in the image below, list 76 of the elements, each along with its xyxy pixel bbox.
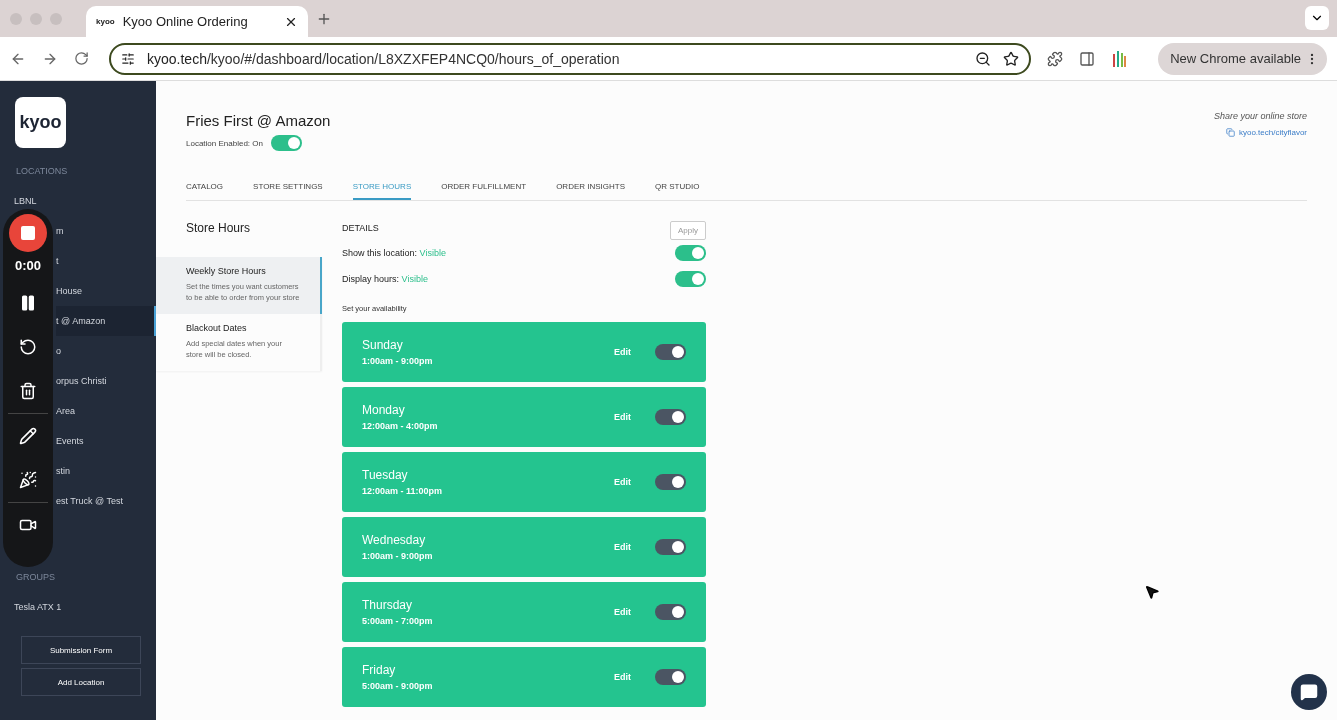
- update-chrome-button[interactable]: New Chrome available: [1158, 42, 1327, 75]
- share-label: Share your online store: [1213, 111, 1307, 121]
- menu-item-title: Weekly Store Hours: [186, 266, 267, 276]
- location-item[interactable]: Events: [56, 426, 156, 456]
- location-item[interactable]: Area: [56, 396, 156, 426]
- bookmark-star-icon[interactable]: [1003, 50, 1019, 67]
- stop-record-button[interactable]: [9, 214, 47, 252]
- menu-item-title: Blackout Dates: [186, 322, 248, 333]
- visibility-toggle[interactable]: [675, 271, 706, 287]
- browser-tab[interactable]: kyoo Kyoo Online Ordering: [86, 6, 308, 37]
- sidebar-button[interactable]: Add Location: [21, 668, 141, 696]
- location-item[interactable]: t: [56, 246, 156, 276]
- day-name: Tuesday: [362, 468, 409, 482]
- address-bar[interactable]: kyoo.tech/kyoo/#/dashboard/location/L8XZXFEP4NCQ0/hours_of_operation: [109, 42, 1031, 75]
- location-item[interactable]: m: [56, 216, 156, 246]
- section-heading: GROUPS: [15, 572, 56, 582]
- restart-icon[interactable]: [19, 338, 37, 356]
- location-item[interactable]: LBNL: [0, 186, 156, 216]
- location-item[interactable]: est Truck @ Test: [56, 486, 156, 516]
- day-name: Sunday: [362, 338, 404, 352]
- site-favicon: kyoo: [96, 17, 115, 26]
- day-toggle[interactable]: [655, 604, 686, 620]
- kyoo-logo[interactable]: kyoo: [15, 97, 66, 148]
- recording-timer: 0:00: [15, 258, 41, 273]
- chat-icon: [1300, 683, 1318, 701]
- group-item[interactable]: Tesla ATX 1: [0, 592, 156, 622]
- location-enabled-toggle[interactable]: [270, 135, 302, 151]
- day-name: Thursday: [362, 598, 414, 612]
- page-tab[interactable]: STORE SETTINGS: [253, 175, 323, 200]
- zoom-icon[interactable]: [975, 50, 991, 67]
- sidebar-button[interactable]: Submission Form: [21, 636, 141, 664]
- location-item[interactable]: House: [56, 276, 156, 306]
- page-tab[interactable]: QR STUDIO: [655, 175, 700, 200]
- details-heading: DETAILS: [342, 223, 379, 233]
- page-tab[interactable]: ORDER INSIGHTS: [556, 175, 626, 200]
- day-toggle[interactable]: [655, 669, 686, 685]
- store-link[interactable]: kyoo.tech/cityflavor: [1225, 128, 1307, 137]
- setting-label: Show this location: Visible: [342, 248, 446, 258]
- tab-search-button[interactable]: [1305, 6, 1329, 30]
- pause-icon[interactable]: [19, 294, 37, 312]
- party-popper-icon[interactable]: [19, 471, 37, 489]
- reload-icon[interactable]: [74, 51, 89, 66]
- location-title: Fries First @ Amazon: [186, 112, 331, 129]
- chat-button[interactable]: [1291, 674, 1327, 710]
- page-tab[interactable]: CATALOG: [186, 175, 224, 200]
- day-toggle[interactable]: [655, 539, 686, 555]
- location-item[interactable]: t @ Amazon: [56, 306, 156, 336]
- day-name: Monday: [362, 403, 406, 417]
- side-panel-icon[interactable]: [1079, 50, 1095, 67]
- day-toggle[interactable]: [655, 409, 686, 425]
- copy-icon: [1225, 128, 1235, 137]
- day-hours: 5:00am - 7:00pm: [362, 616, 434, 626]
- extension-icon[interactable]: [1111, 49, 1127, 68]
- visibility-toggle[interactable]: [675, 245, 706, 261]
- location-enabled-label: Location Enabled: On: [186, 138, 263, 148]
- day-name: Wednesday: [362, 533, 427, 547]
- page-tab[interactable]: ORDER FULFILLMENT: [441, 175, 527, 200]
- day-name: Friday: [362, 663, 397, 677]
- day-toggle[interactable]: [655, 344, 686, 360]
- cursor-icon: [1144, 584, 1160, 600]
- day-hours: 1:00am - 9:00pm: [362, 551, 434, 561]
- setting-label: Display hours: Visible: [342, 274, 428, 284]
- section-heading: LOCATIONS: [15, 166, 69, 176]
- site-settings-icon[interactable]: [121, 51, 135, 66]
- location-item[interactable]: o: [56, 336, 156, 366]
- pencil-icon[interactable]: [19, 427, 37, 445]
- extensions-icon[interactable]: [1047, 50, 1063, 67]
- day-hours: 1:00am - 9:00pm: [362, 356, 434, 366]
- location-item[interactable]: stin: [56, 456, 156, 486]
- location-item[interactable]: orpus Christi: [56, 366, 156, 396]
- day-hours: 12:00am - 4:00pm: [362, 421, 439, 431]
- section-heading: Store Hours: [185, 220, 252, 237]
- day-toggle[interactable]: [655, 474, 686, 490]
- day-hours: 5:00am - 9:00pm: [362, 681, 434, 691]
- day-hours: 12:00am - 11:00pm: [362, 486, 444, 496]
- delete-icon[interactable]: [19, 382, 37, 400]
